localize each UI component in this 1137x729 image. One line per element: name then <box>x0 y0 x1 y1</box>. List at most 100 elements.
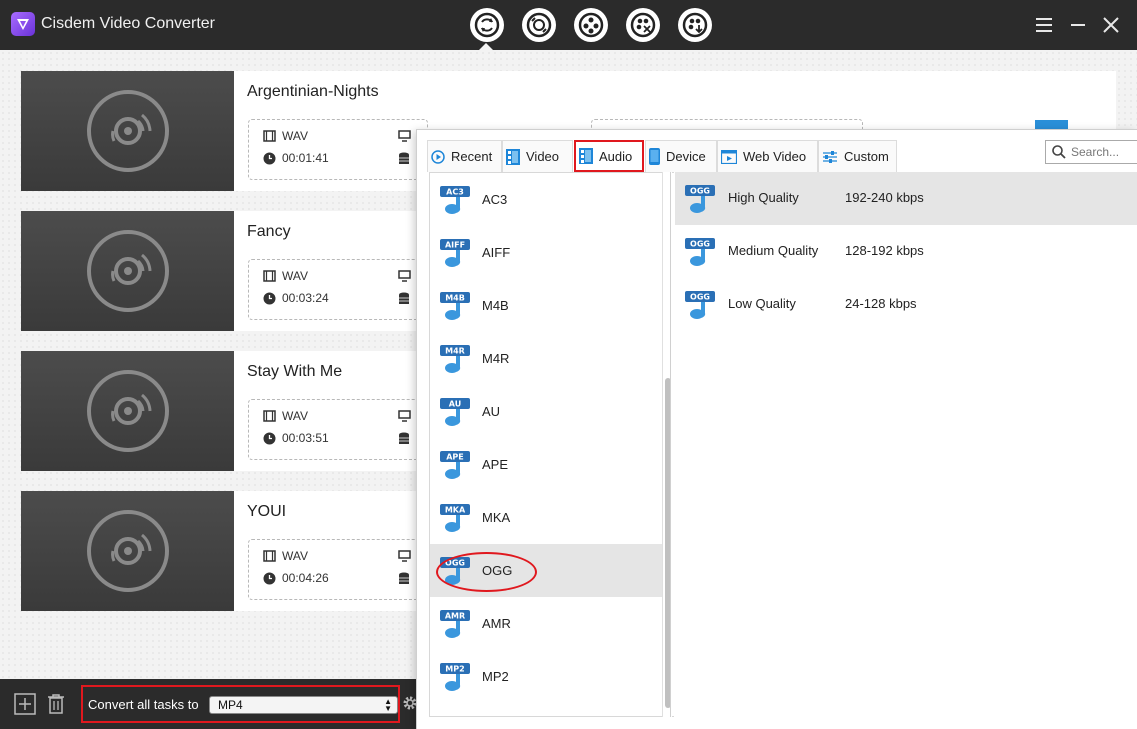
list-divider <box>670 172 671 717</box>
clock-icon <box>263 152 276 164</box>
film-icon <box>263 550 276 562</box>
svg-text:M4R: M4R <box>445 347 465 356</box>
disc-icon <box>86 90 169 172</box>
burn-mode-button[interactable] <box>574 8 608 42</box>
convert-mode-button[interactable] <box>470 8 504 42</box>
svg-text:MP2: MP2 <box>445 665 464 674</box>
tab-video[interactable]: Video <box>502 140 573 172</box>
audio-format-icon: AIFF <box>440 239 470 267</box>
convert-icon <box>474 12 500 38</box>
task-thumbnail <box>21 351 234 471</box>
task-title: Argentinian-Nights <box>247 83 379 100</box>
quality-bitrate: 192-240 kbps <box>845 190 924 205</box>
quality-item-low[interactable]: OGG Low Quality 24-128 kbps <box>675 278 1137 331</box>
tab-recent[interactable]: Recent <box>427 140 502 172</box>
ogg-highlight-annotation <box>436 552 537 592</box>
add-file-icon[interactable] <box>14 693 36 720</box>
tab-web-video[interactable]: Web Video <box>717 140 818 172</box>
source-info-box: WAV 00:01:41 <box>248 119 428 180</box>
svg-text:AU: AU <box>449 400 461 409</box>
svg-text:AC3: AC3 <box>446 188 464 197</box>
tab-audio[interactable]: Audio <box>574 140 644 172</box>
source-duration: 00:03:24 <box>282 291 329 305</box>
resolution-icon <box>398 270 411 282</box>
format-item-m4b[interactable]: M4B M4B <box>430 279 662 332</box>
video-film-icon <box>506 148 520 165</box>
filesize-icon <box>399 572 409 584</box>
format-item-au[interactable]: AU AU <box>430 385 662 438</box>
source-format: WAV <box>282 129 308 143</box>
quality-bitrate: 24-128 kbps <box>845 296 917 311</box>
source-info-box: WAV 00:03:24 <box>248 259 428 320</box>
resolution-icon <box>398 130 411 142</box>
film-icon <box>263 270 276 282</box>
source-duration: 00:04:26 <box>282 571 329 585</box>
source-duration: 00:03:51 <box>282 431 329 445</box>
source-duration: 00:01:41 <box>282 151 329 165</box>
filesize-icon <box>399 432 409 444</box>
convert-all-label: Convert all tasks to <box>88 697 199 712</box>
compress-icon <box>526 12 552 38</box>
format-item-aiff[interactable]: AIFF AIFF <box>430 226 662 279</box>
task-thumbnail <box>21 211 234 331</box>
reel-icon <box>578 12 604 38</box>
svg-text:MKA: MKA <box>445 506 466 515</box>
audio-format-icon: OGG <box>685 185 715 213</box>
audio-format-icon: M4R <box>440 345 470 373</box>
minimize-icon[interactable] <box>1068 15 1088 35</box>
quality-item-medium[interactable]: OGG Medium Quality 128-192 kbps <box>675 225 1137 278</box>
web-video-icon <box>721 149 737 164</box>
audio-format-icon: MP2 <box>440 663 470 691</box>
format-popup: Recent Video Audio Device Web Video Cust… <box>416 129 1137 729</box>
format-item-m4r[interactable]: M4R M4R <box>430 332 662 385</box>
audio-format-icon: AMR <box>440 610 470 638</box>
reel-download-icon <box>682 12 708 38</box>
filesize-icon <box>399 292 409 304</box>
source-format: WAV <box>282 549 308 563</box>
compress-mode-button[interactable] <box>522 8 556 42</box>
filesize-icon <box>399 152 409 164</box>
audio-format-icon: APE <box>440 451 470 479</box>
app-logo-icon <box>11 12 35 36</box>
svg-text:OGG: OGG <box>690 240 710 249</box>
audio-format-icon: OGG <box>685 291 715 319</box>
format-search-input[interactable]: Search... <box>1045 140 1137 164</box>
convert-all-format-select[interactable]: MP4 ▲ ▼ <box>209 696 398 714</box>
film-icon <box>263 130 276 142</box>
source-format: WAV <box>282 269 308 283</box>
close-icon[interactable] <box>1101 15 1121 35</box>
audio-format-icon: OGG <box>685 238 715 266</box>
tab-custom[interactable]: Custom <box>818 140 897 172</box>
task-title: Fancy <box>247 223 291 240</box>
convert-all-group: Convert all tasks to MP4 ▲ ▼ <box>81 685 400 723</box>
svg-text:OGG: OGG <box>690 187 710 196</box>
quality-item-high[interactable]: OGG High Quality 192-240 kbps <box>675 172 1137 225</box>
format-item-mp2[interactable]: MP2 MP2 <box>430 650 662 703</box>
search-placeholder: Search... <box>1071 145 1120 159</box>
rip-mode-button[interactable] <box>626 8 660 42</box>
audio-format-list: AC3 AC3 AIFF AIFF M4B M4B M4R M4R AU AU … <box>429 172 674 717</box>
quality-name: High Quality <box>728 190 799 205</box>
format-item-ac3[interactable]: AC3 AC3 <box>430 173 662 226</box>
audio-format-icon: MKA <box>440 504 470 532</box>
menu-icon[interactable] <box>1034 15 1054 35</box>
disc-icon <box>86 230 169 312</box>
format-item-ape[interactable]: APE APE <box>430 438 662 491</box>
film-icon <box>263 410 276 422</box>
audio-format-icon: M4B <box>440 292 470 320</box>
select-arrows-icon: ▲ ▼ <box>384 697 392 713</box>
clock-icon <box>263 292 276 304</box>
tab-device[interactable]: Device <box>645 140 717 172</box>
reel-scissors-icon <box>630 12 656 38</box>
svg-text:AMR: AMR <box>445 612 465 621</box>
resolution-icon <box>398 410 411 422</box>
trash-icon[interactable] <box>46 693 66 720</box>
active-mode-caret <box>479 43 493 50</box>
svg-text:APE: APE <box>446 453 464 462</box>
format-item-amr[interactable]: AMR AMR <box>430 597 662 650</box>
download-mode-button[interactable] <box>678 8 712 42</box>
quality-list: OGG High Quality 192-240 kbps OGG Medium… <box>675 172 1137 717</box>
task-thumbnail <box>21 71 234 191</box>
format-item-mka[interactable]: MKA MKA <box>430 491 662 544</box>
convert-all-format-value: MP4 <box>218 698 243 712</box>
